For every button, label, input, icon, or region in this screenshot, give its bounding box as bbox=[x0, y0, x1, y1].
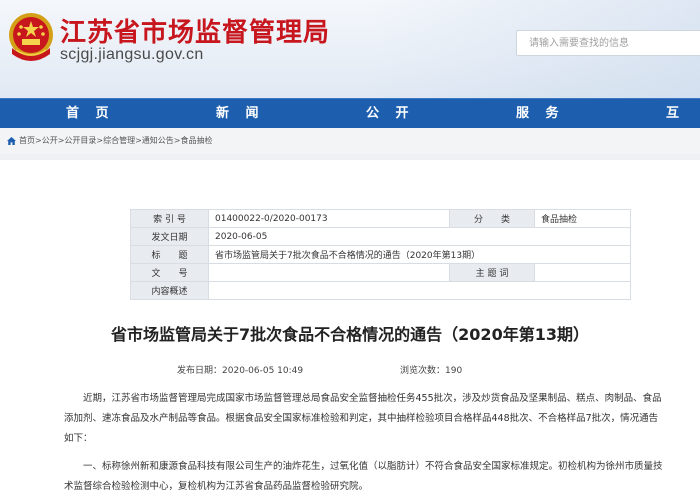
index-label: 索 引 号 bbox=[130, 209, 209, 228]
site-header: 江苏省市场监督管理局 scjgj.jiangsu.gov.cn bbox=[0, 0, 700, 98]
subject-value bbox=[534, 263, 631, 282]
paragraph-1: 近期，江苏省市场监督管理局完成国家市场监督管理总局食品安全监督抽检任务455批次… bbox=[64, 393, 662, 444]
article-panel: 索 引 号 01400022-0/2020-00173 分 类 食品抽检 发文日… bbox=[0, 160, 700, 502]
paragraph-2: 一、标称徐州新和康源食品科技有限公司生产的油炸花生，过氧化值（以脂肪计）不符合食… bbox=[64, 461, 663, 492]
title-label: 标 题 bbox=[130, 245, 209, 264]
site-url: scjgj.jiangsu.gov.cn bbox=[60, 46, 204, 63]
view-count: 浏览次数：190 bbox=[400, 363, 462, 376]
category-value: 食品抽检 bbox=[534, 209, 631, 228]
summary-value bbox=[208, 281, 631, 300]
national-emblem-icon bbox=[9, 13, 53, 61]
summary-label: 内容概述 bbox=[130, 281, 209, 300]
view-count-label: 浏览次数： bbox=[400, 366, 446, 376]
publish-date-value: 2020-06-05 10:49 bbox=[222, 366, 304, 376]
index-value: 01400022-0/2020-00173 bbox=[208, 209, 450, 228]
home-icon bbox=[7, 137, 16, 145]
site-title: 江苏省市场监督管理局 bbox=[60, 18, 331, 48]
publish-date-label: 发布日期： bbox=[177, 366, 223, 376]
breadcrumb-text[interactable]: 首页>公开>公开目录>综合管理>通知公告>食品抽检 bbox=[19, 135, 213, 146]
nav-home[interactable]: 首 页 bbox=[66, 99, 115, 129]
search-input[interactable] bbox=[517, 31, 700, 56]
date-value: 2020-06-05 bbox=[208, 227, 631, 246]
doc-number-value bbox=[208, 263, 450, 282]
doc-number-label: 文 号 bbox=[130, 263, 209, 282]
nav-service[interactable]: 服 务 bbox=[516, 99, 565, 129]
title-value: 省市场监管局关于7批次食品不合格情况的通告（2020年第13期） bbox=[208, 245, 631, 264]
breadcrumb: 首页>公开>公开目录>综合管理>通知公告>食品抽检 bbox=[0, 128, 700, 154]
view-count-value: 190 bbox=[445, 366, 463, 376]
publish-date: 发布日期：2020-06-05 10:49 bbox=[177, 363, 303, 376]
date-label: 发文日期 bbox=[130, 227, 209, 246]
main-nav: 首 页 新 闻 公 开 服 务 互 动 bbox=[0, 98, 700, 151]
category-label: 分 类 bbox=[449, 209, 535, 228]
subject-label: 主 题 词 bbox=[449, 263, 535, 282]
metadata-table: 索 引 号 01400022-0/2020-00173 分 类 食品抽检 发文日… bbox=[130, 209, 631, 300]
nav-public[interactable]: 公 开 bbox=[366, 99, 415, 129]
nav-interact[interactable]: 互 动 bbox=[666, 99, 700, 151]
nav-news[interactable]: 新 闻 bbox=[216, 99, 265, 129]
article-title: 省市场监管局关于7批次食品不合格情况的通告（2020年第13期） bbox=[111, 325, 589, 344]
search-box bbox=[516, 30, 700, 56]
